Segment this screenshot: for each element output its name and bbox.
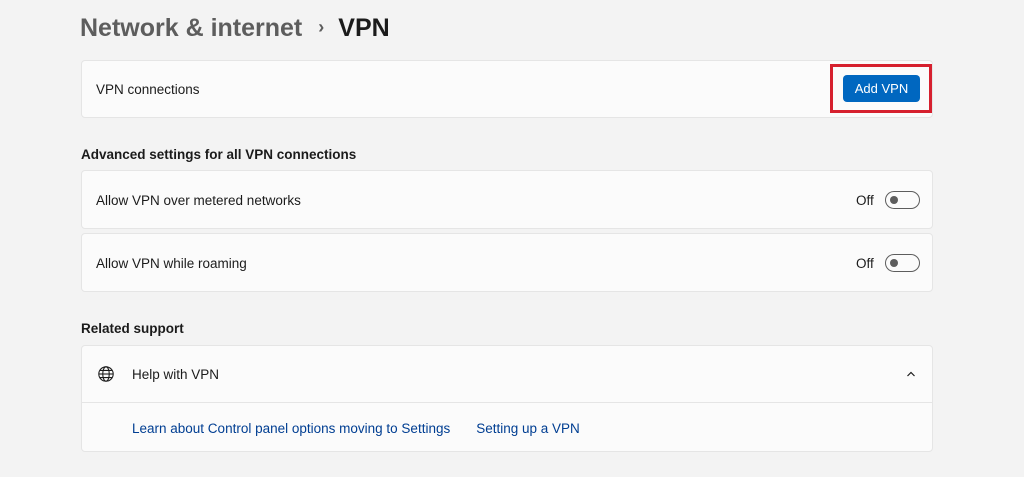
control-panel-options-link[interactable]: Learn about Control panel options moving… [132, 421, 450, 436]
roaming-state: Off [856, 256, 874, 271]
breadcrumb-separator-icon: › [318, 16, 325, 37]
help-with-vpn-label: Help with VPN [132, 367, 220, 382]
help-with-vpn-card: Help with VPN Learn about Control panel … [81, 345, 933, 452]
roaming-toggle[interactable] [885, 254, 920, 272]
page-title: VPN [338, 13, 390, 42]
add-vpn-button[interactable]: Add VPN [843, 75, 920, 102]
toggle-knob [890, 196, 898, 204]
roaming-row: Allow VPN while roaming Off [81, 233, 933, 292]
toggle-knob [890, 259, 898, 267]
help-links: Learn about Control panel options moving… [132, 421, 580, 436]
advanced-settings-title: Advanced settings for all VPN connection… [81, 147, 357, 162]
breadcrumb: Network & internet › VPN [80, 10, 390, 46]
metered-networks-state: Off [856, 193, 874, 208]
metered-networks-label: Allow VPN over metered networks [96, 193, 301, 208]
roaming-label: Allow VPN while roaming [96, 256, 247, 271]
setting-up-vpn-link[interactable]: Setting up a VPN [476, 421, 580, 436]
metered-networks-toggle[interactable] [885, 191, 920, 209]
related-support-title: Related support [81, 321, 184, 336]
vpn-connections-label: VPN connections [96, 82, 200, 97]
metered-networks-row: Allow VPN over metered networks Off [81, 170, 933, 229]
chevron-up-icon[interactable] [905, 368, 917, 380]
vpn-settings-page: Network & internet › VPN VPN connections… [0, 0, 1024, 477]
breadcrumb-network-internet[interactable]: Network & internet [80, 14, 302, 43]
vpn-connections-card: VPN connections [81, 60, 933, 118]
globe-icon [98, 366, 114, 382]
help-with-vpn-header[interactable]: Help with VPN [82, 346, 932, 403]
